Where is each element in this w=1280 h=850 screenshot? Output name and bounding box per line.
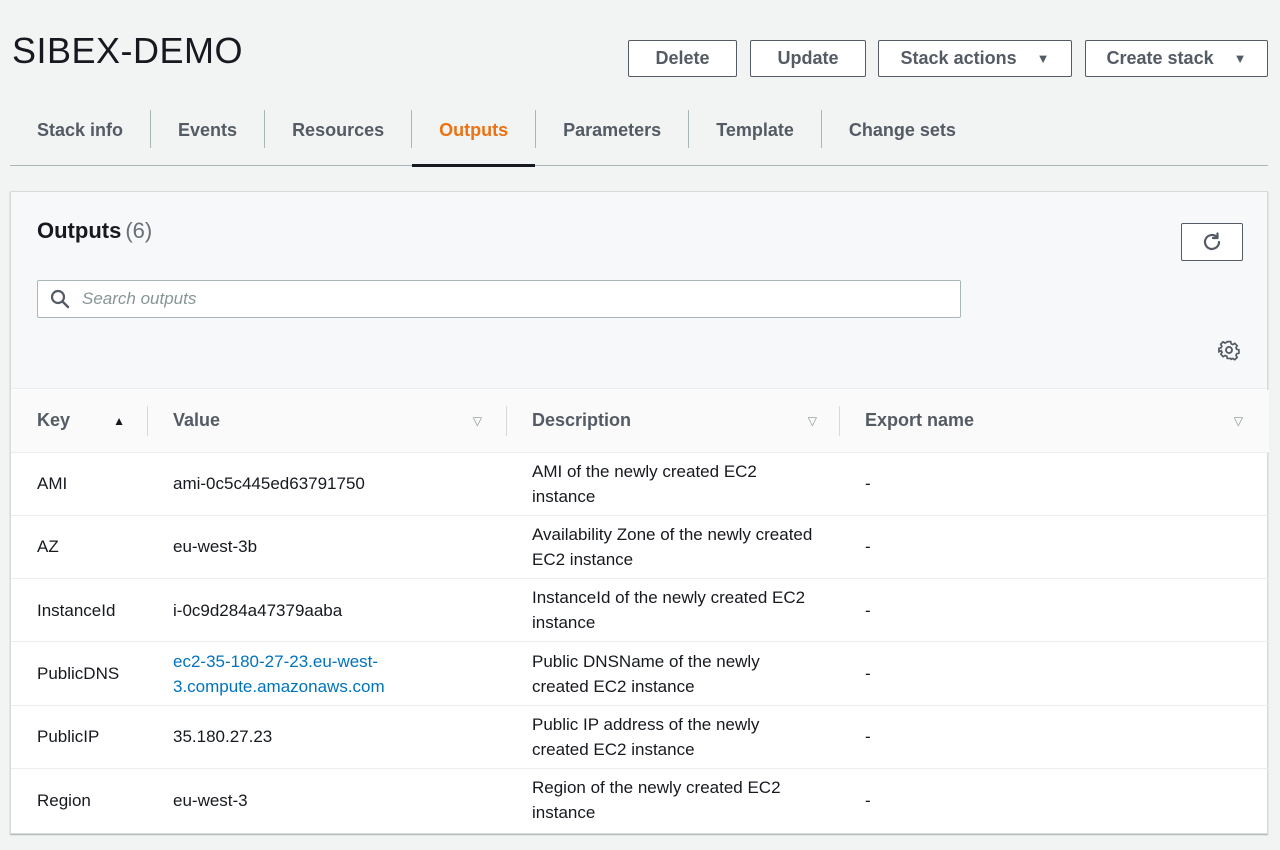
tab-label: Parameters	[563, 120, 662, 140]
tab-change-sets[interactable]: Change sets	[822, 108, 983, 165]
cell-value: 35.180.27.23	[147, 705, 506, 769]
tab-bar: Stack info Events Resources Outputs Para…	[10, 108, 1268, 167]
column-header-description[interactable]: Description ▽	[506, 390, 839, 453]
cell-value: ec2-35-180-27-23.eu-west-3.compute.amazo…	[147, 641, 506, 706]
table-row: Region eu-west-3 Region of the newly cre…	[11, 768, 1269, 831]
outputs-title: Outputs	[37, 218, 122, 243]
caret-down-icon: ▼	[1233, 51, 1247, 66]
sort-icon: ▽	[472, 413, 482, 428]
column-header-label: Export name	[865, 410, 975, 431]
tab-resources[interactable]: Resources	[265, 108, 411, 165]
delete-button-label: Delete	[655, 48, 710, 68]
outputs-count: (6)	[125, 218, 153, 243]
cell-key: PublicIP	[11, 705, 147, 769]
cell-export-name: -	[865, 790, 871, 810]
cell-export-name: -	[839, 705, 1269, 769]
cell-value: eu-west-3	[173, 790, 248, 810]
create-stack-label: Create stack	[1106, 48, 1214, 68]
outputs-panel: Outputs(6) Key	[10, 191, 1269, 834]
tab-stack-info[interactable]: Stack info	[10, 108, 150, 165]
search-box	[37, 280, 961, 318]
tab-label: Change sets	[848, 120, 956, 140]
table-row: PublicIP 35.180.27.23 Public IP address …	[11, 705, 1269, 769]
cell-value: eu-west-3b	[147, 515, 506, 580]
cell-description: InstanceId of the newly created EC2 inst…	[506, 578, 839, 643]
refresh-icon	[1203, 232, 1221, 251]
cell-description: Availability Zone of the newly created E…	[506, 515, 839, 580]
tab-outputs[interactable]: Outputs	[412, 108, 536, 167]
search-icon	[50, 289, 70, 309]
stack-actions-label: Stack actions	[900, 48, 1017, 68]
stack-actions-button[interactable]: Stack actions ▼	[878, 40, 1072, 77]
cell-export-name: -	[839, 515, 1269, 580]
cell-export-name: -	[839, 452, 1269, 516]
gear-icon[interactable]	[1218, 339, 1240, 361]
cell-export-name: -	[839, 641, 1269, 706]
cell-description: Public DNSName of the newly created EC2 …	[506, 641, 839, 706]
column-header-export-name[interactable]: Export name ▽	[839, 390, 1269, 453]
tab-label: Stack info	[37, 120, 124, 140]
tab-label: Template	[716, 120, 794, 140]
table-row: AZ eu-west-3b Availability Zone of the n…	[11, 515, 1269, 580]
table-header-row: Key ▲ Value ▽ Description ▽ Export name …	[11, 390, 1269, 453]
column-divider	[839, 406, 840, 436]
table-row: AMI ami-0c5c445ed63791750 AMI of the new…	[11, 452, 1269, 516]
tab-label: Outputs	[439, 120, 509, 140]
cell-key: PublicDNS	[11, 641, 147, 706]
tab-events[interactable]: Events	[151, 108, 264, 165]
sort-ascending-icon: ▲	[113, 413, 125, 428]
search-input[interactable]	[82, 289, 960, 309]
column-header-label: Value	[173, 410, 221, 431]
cell-key: AZ	[11, 515, 147, 580]
cell-key: AMI	[11, 452, 147, 516]
column-header-key[interactable]: Key ▲	[11, 390, 147, 453]
cell-description: Region of the newly created EC2 instance	[532, 778, 781, 823]
cell-description: Public IP address of the newly created E…	[506, 705, 839, 769]
sort-icon: ▽	[1233, 413, 1243, 428]
column-header-label: Description	[532, 410, 632, 431]
column-divider	[506, 406, 507, 436]
table-row: PublicDNS ec2-35-180-27-23.eu-west-3.com…	[11, 641, 1269, 706]
tab-parameters[interactable]: Parameters	[536, 108, 688, 165]
column-header-label: Key	[37, 410, 71, 431]
page-title: SIBEX-DEMO	[12, 30, 244, 71]
table-row: InstanceId i-0c9d284a47379aaba InstanceI…	[11, 578, 1269, 643]
cell-export-name: -	[839, 578, 1269, 643]
caret-down-icon: ▼	[1036, 51, 1050, 66]
update-button[interactable]: Update	[750, 40, 866, 77]
cell-value: ami-0c5c445ed63791750	[147, 452, 506, 516]
column-header-value[interactable]: Value ▽	[147, 390, 506, 453]
delete-button[interactable]: Delete	[628, 40, 737, 77]
public-dns-link[interactable]: ec2-35-180-27-23.eu-west-3.compute.amazo…	[173, 649, 413, 699]
outputs-panel-header: Outputs (6)	[11, 192, 1267, 389]
tab-template[interactable]: Template	[689, 108, 821, 165]
outputs-table: Key ▲ Value ▽ Description ▽ Export name …	[11, 390, 1269, 832]
cell-key: Region	[37, 790, 91, 810]
cell-value: i-0c9d284a47379aaba	[147, 578, 506, 643]
outputs-heading: Outputs (6)	[37, 218, 152, 244]
tab-label: Events	[178, 120, 238, 140]
cell-key: InstanceId	[11, 578, 147, 643]
sort-icon: ▽	[807, 413, 817, 428]
refresh-button[interactable]	[1181, 223, 1243, 261]
update-button-label: Update	[777, 48, 839, 68]
tab-label: Resources	[292, 120, 385, 140]
column-divider	[147, 406, 148, 436]
create-stack-button[interactable]: Create stack ▼	[1085, 40, 1268, 77]
cell-description: AMI of the newly created EC2 instance	[506, 452, 839, 516]
